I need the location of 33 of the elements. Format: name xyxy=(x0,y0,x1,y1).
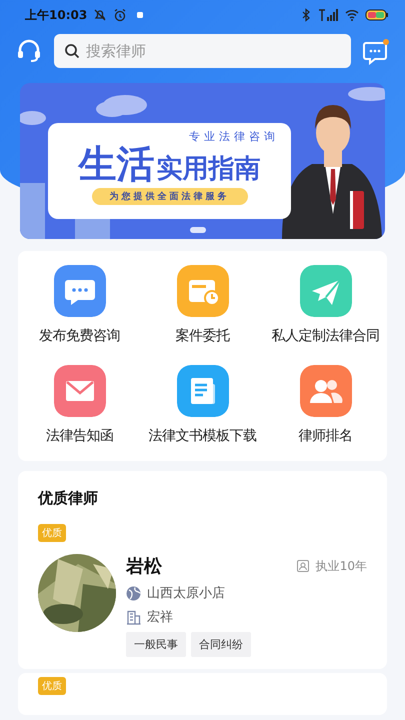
search-field[interactable]: 搜索律师 xyxy=(54,34,351,68)
search-icon xyxy=(64,43,80,59)
battery-icon xyxy=(365,9,389,21)
globe-icon xyxy=(126,586,141,600)
practice-tag: 合同纠纷 xyxy=(191,632,251,657)
wifi-icon xyxy=(345,8,359,22)
quality-badge: 优质 xyxy=(38,524,66,542)
building-icon xyxy=(126,610,141,624)
service-item[interactable]: 案件委托 xyxy=(141,265,264,345)
status-time: 上午10:03 xyxy=(25,6,88,24)
quality-badge: 优质 xyxy=(38,677,66,695)
bell-off-icon xyxy=(93,8,108,22)
page-indicator xyxy=(190,227,206,233)
lawyer-name: 岩松 xyxy=(126,555,163,578)
banner-title: 实用指南 xyxy=(156,154,260,184)
banner-title-large: 生活 xyxy=(78,144,154,184)
practice-tag: 一般民事 xyxy=(126,632,186,657)
alarm-icon xyxy=(113,8,128,22)
lawyer-card[interactable]: 优质律师 优质 岩松 执业10年 山西太原小店 宏祥 一般民事 合同纠纷 xyxy=(18,471,387,669)
service-item[interactable]: 私人定制法律合同 xyxy=(264,265,387,345)
experience-text: 执业10年 xyxy=(316,558,367,574)
section-title: 优质律师 xyxy=(38,489,99,508)
service-item[interactable]: 法律文书模板下载 xyxy=(141,365,264,445)
service-item[interactable]: 发布免费咨询 xyxy=(18,265,141,345)
id-card-icon xyxy=(296,559,310,573)
message-icon[interactable] xyxy=(361,36,391,66)
service-item[interactable]: 法律告知函 xyxy=(18,365,141,445)
location-text: 山西太原小店 xyxy=(147,585,225,602)
banner-subtitle: 为您提供全面法律服务 xyxy=(92,188,248,205)
banner-tagline: 专业法律咨询 xyxy=(189,129,279,144)
signal-icon xyxy=(319,9,339,21)
firm-text: 宏祥 xyxy=(147,609,173,626)
service-item[interactable]: 律师排名 xyxy=(264,365,387,445)
